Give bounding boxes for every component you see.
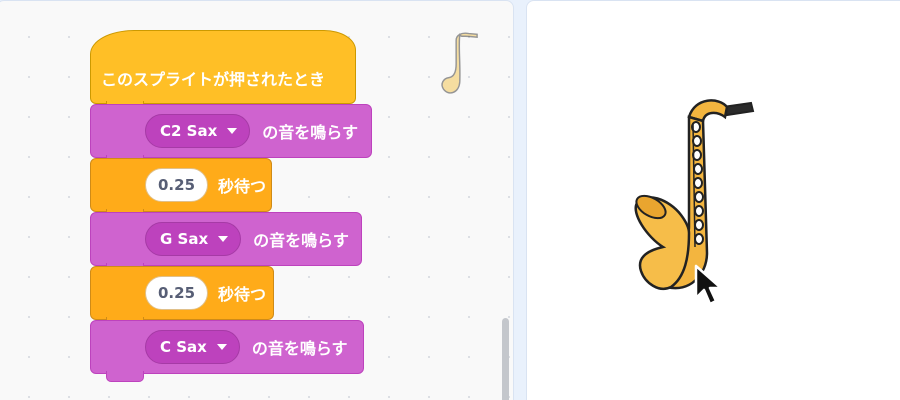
wait-block[interactable]: 0.25 秒待つ <box>90 266 274 328</box>
seconds-value: 0.25 <box>158 284 196 302</box>
block-label: 秒待つ <box>218 177 267 196</box>
play-sound-block[interactable]: G Sax の音を鳴らす <box>90 212 362 274</box>
chevron-down-icon <box>216 344 227 350</box>
sprite-thumbnail-saxophone-icon <box>441 32 478 94</box>
seconds-value: 0.25 <box>158 176 196 194</box>
saxophone-sprite-icon[interactable] <box>623 87 763 301</box>
play-sound-block[interactable]: C2 Sax の音を鳴らす <box>90 104 372 166</box>
chevron-down-icon <box>227 128 238 134</box>
play-sound-block[interactable]: C Sax の音を鳴らす <box>90 320 364 382</box>
hat-block-label: このスプライトが押されたとき <box>101 70 326 89</box>
sound-dropdown-value: G Sax <box>160 230 209 248</box>
sound-dropdown[interactable]: C Sax <box>145 330 240 364</box>
seconds-input[interactable]: 0.25 <box>145 168 209 202</box>
sound-dropdown[interactable]: C2 Sax <box>145 114 251 148</box>
mouse-cursor-icon <box>694 264 723 306</box>
sound-dropdown[interactable]: G Sax <box>145 222 242 256</box>
block-label: の音を鳴らす <box>251 339 348 358</box>
block-label: の音を鳴らす <box>262 123 358 142</box>
sound-dropdown-value: C2 Sax <box>160 122 218 140</box>
when-sprite-clicked-block[interactable]: このスプライトが押されたとき <box>90 30 356 112</box>
sound-dropdown-value: C Sax <box>160 338 207 356</box>
wait-block[interactable]: 0.25 秒待つ <box>90 158 272 220</box>
stage[interactable] <box>526 0 900 400</box>
code-area-scrollbar[interactable] <box>502 318 509 400</box>
chevron-down-icon <box>218 236 229 242</box>
block-label: 秒待つ <box>218 285 267 304</box>
scratch-editor: このスプライトが押されたとき C2 Sax の音を鳴らす 0.25 秒待つ G … <box>0 0 900 400</box>
block-label: の音を鳴らす <box>253 231 349 250</box>
seconds-input[interactable]: 0.25 <box>145 276 209 310</box>
